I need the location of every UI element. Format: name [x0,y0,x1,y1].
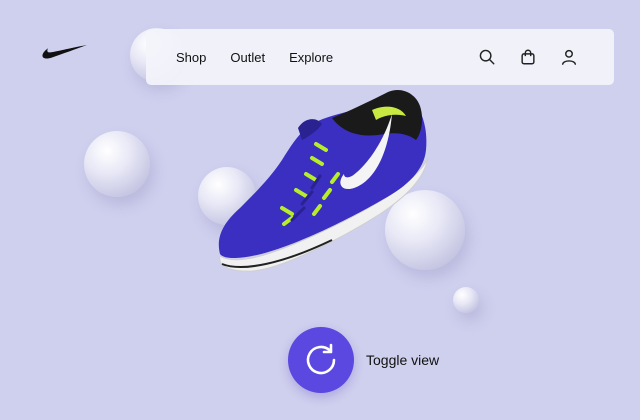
top-navbar: Shop Outlet Explore [146,29,614,85]
account-button[interactable] [558,46,580,68]
nav-icons [457,29,580,85]
cart-button[interactable] [517,46,539,68]
shopping-bag-icon [521,49,535,65]
decor-sphere-left [84,131,150,197]
nike-logo[interactable] [40,42,88,62]
search-button[interactable] [476,46,498,68]
nav-links: Shop Outlet Explore [176,29,357,85]
rotate-icon [306,343,336,375]
nav-link-outlet[interactable]: Outlet [230,50,265,65]
user-icon [561,49,577,65]
nav-link-shop[interactable]: Shop [176,50,206,65]
decor-sphere-small [453,287,479,313]
nike-swoosh-icon [42,45,87,59]
search-icon [479,49,495,65]
running-shoe-icon [218,89,429,272]
nav-link-explore[interactable]: Explore [289,50,333,65]
toggle-view-label: Toggle view [366,352,440,368]
toggle-view-button[interactable] [288,327,354,393]
product-shoe-image[interactable] [212,88,434,274]
